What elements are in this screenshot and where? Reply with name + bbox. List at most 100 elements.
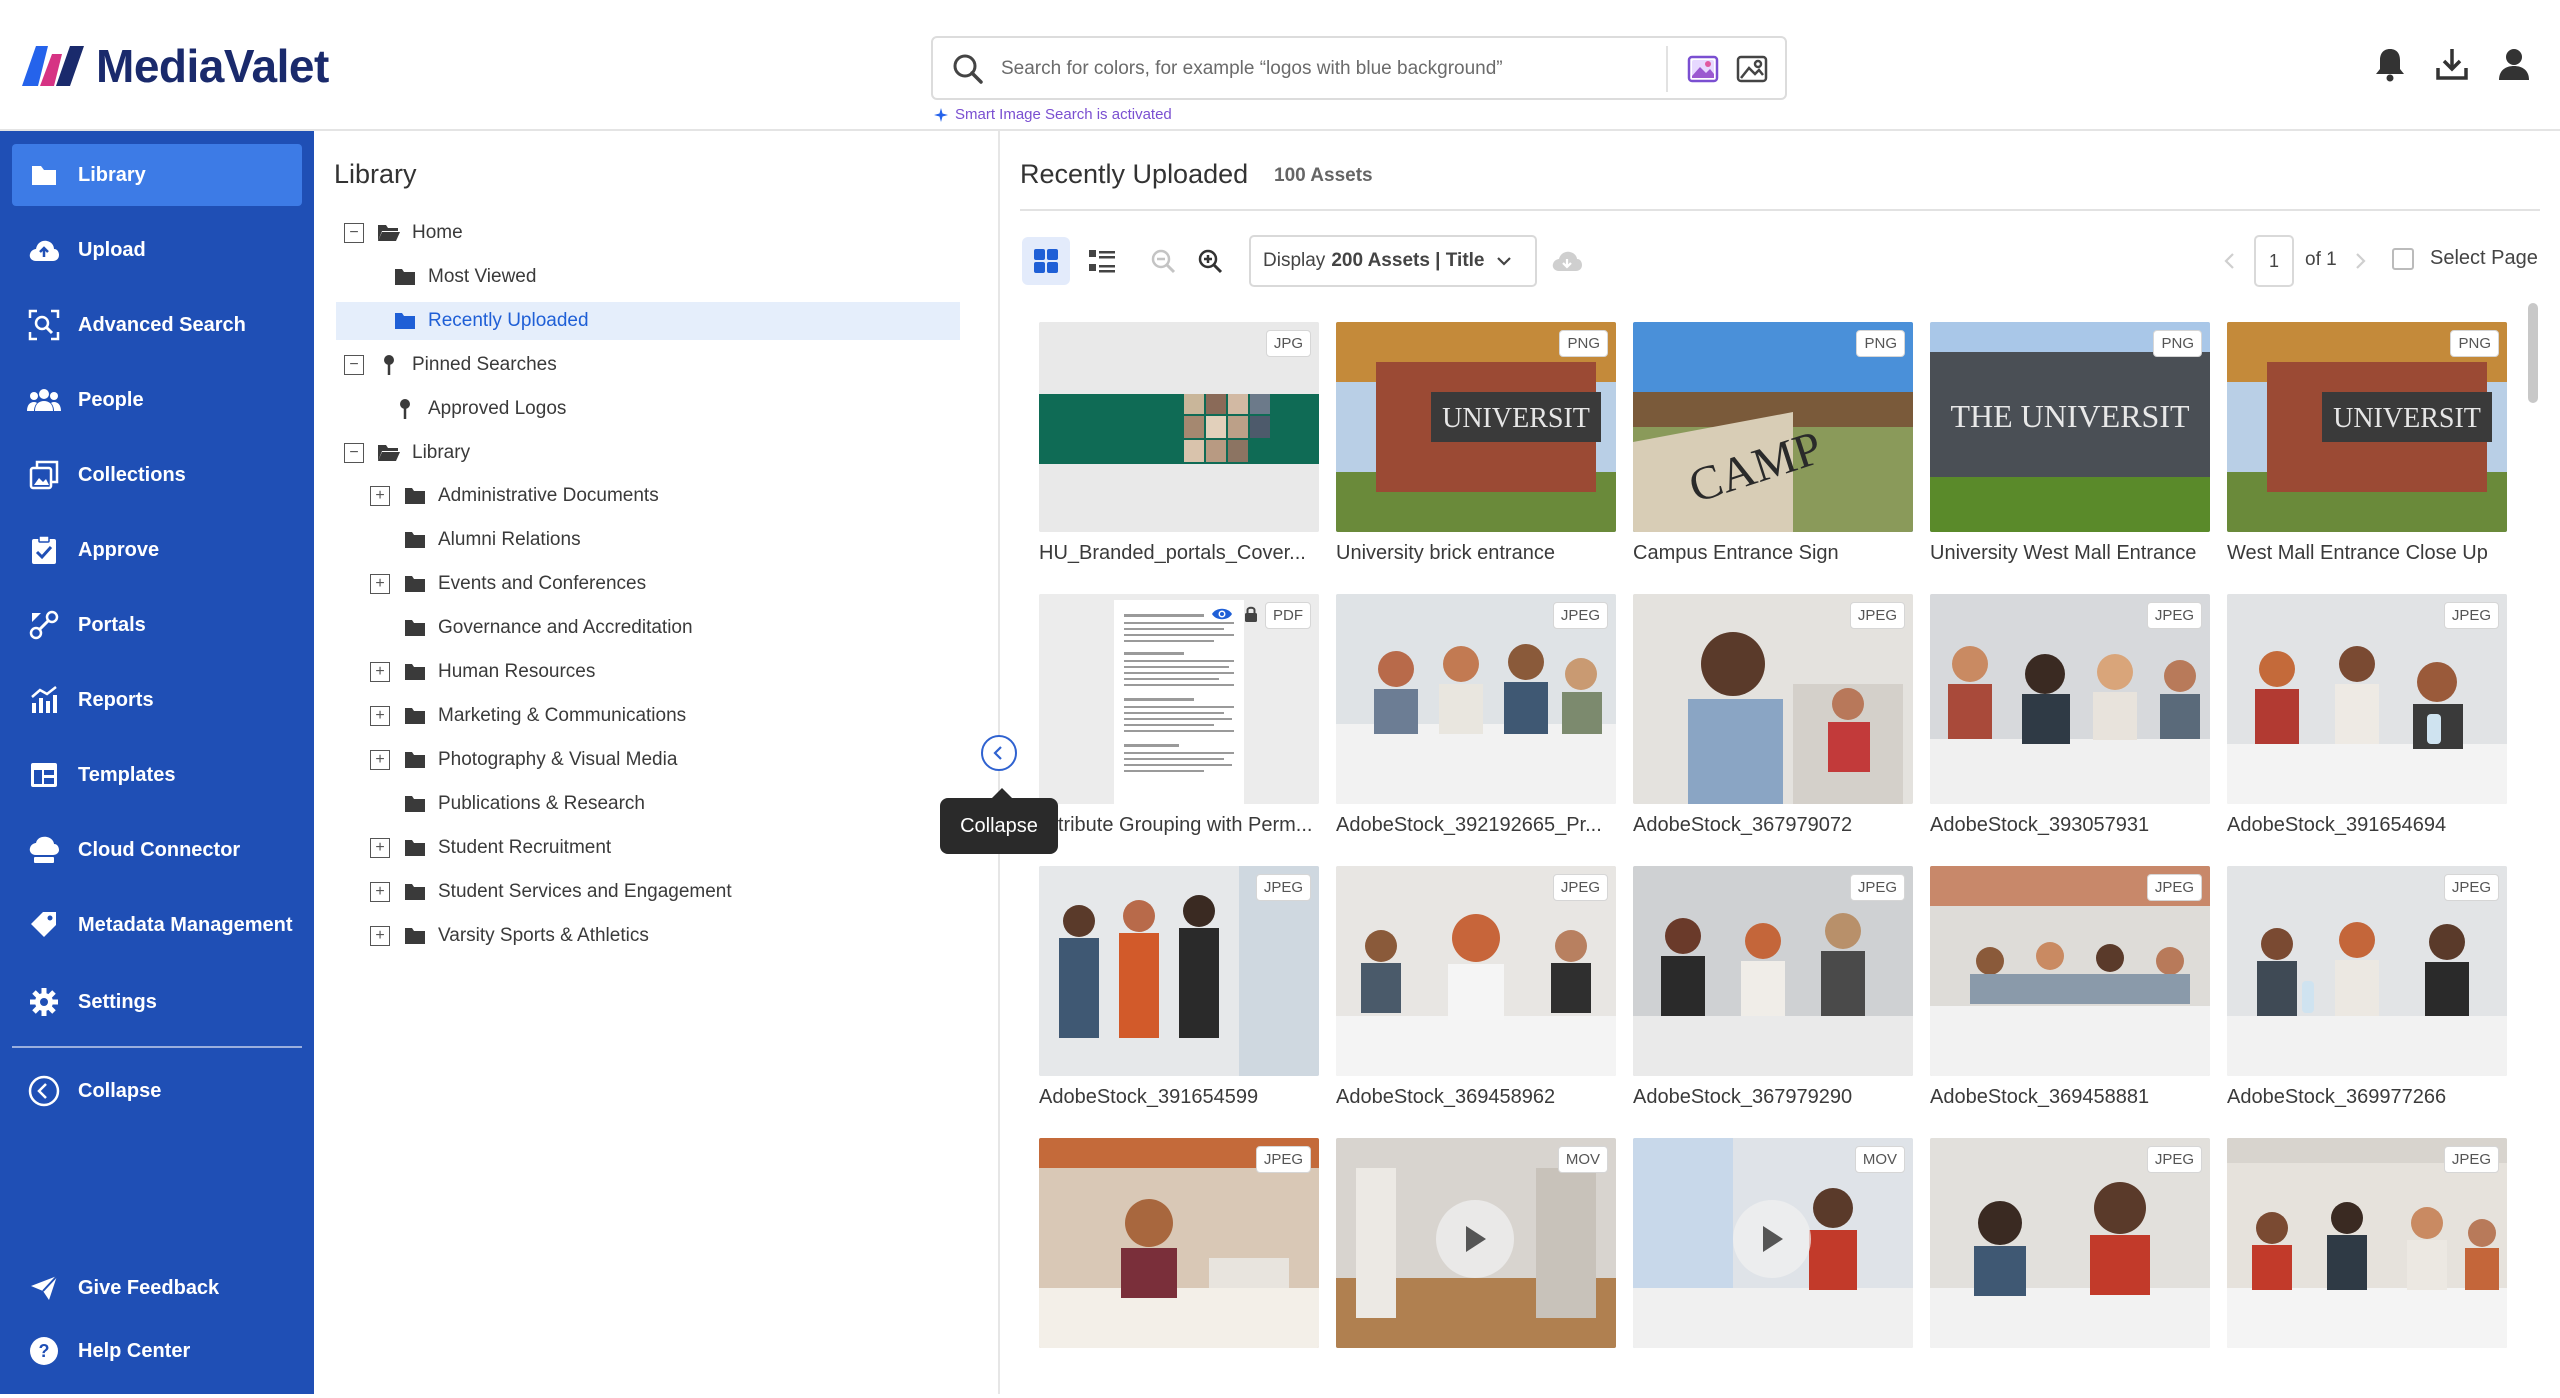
mediavalet-logo[interactable]: MediaValet	[18, 36, 329, 96]
sidebar-item-library[interactable]: Library	[12, 144, 302, 206]
tree-item-student-recruitment[interactable]: + Student Recruitment	[370, 829, 930, 867]
tree-collapse-toggle[interactable]: −	[344, 223, 364, 243]
display-options-select[interactable]: Display 200 Assets | Title	[1249, 235, 1537, 287]
play-button[interactable]	[1436, 1200, 1514, 1278]
asset-title[interactable]: AdobeStock_369977266	[2227, 1086, 2517, 1109]
sidebar-item-metadata-management[interactable]: Metadata Management	[12, 894, 302, 956]
sidebar-item-upload[interactable]: Upload	[12, 219, 302, 281]
asset-card[interactable]: JPEG AdobeStock_393057931	[1930, 594, 2210, 854]
asset-card[interactable]: JPEG AdobeStock_391654694	[2227, 594, 2507, 854]
smart-image-search-icon[interactable]	[1686, 52, 1720, 86]
asset-card[interactable]: CAMP PNG Campus Entrance Sign	[1633, 322, 1913, 582]
tree-item-marketing-communications[interactable]: + Marketing & Communications	[370, 697, 930, 735]
sidebar-item-collections[interactable]: Collections	[12, 444, 302, 506]
tree-expand-toggle[interactable]: +	[370, 706, 390, 726]
tree-expand-toggle[interactable]: +	[370, 662, 390, 682]
scroll-thumb[interactable]	[2528, 303, 2538, 403]
sidebar-item-portals[interactable]: Portals	[12, 594, 302, 656]
prev-page-icon[interactable]	[2220, 251, 2240, 271]
tree-item-alumni-relations[interactable]: Alumni Relations	[370, 521, 930, 559]
image-search-icon[interactable]	[1735, 52, 1769, 86]
asset-card[interactable]: JPEG	[1039, 1138, 1319, 1398]
asset-card[interactable]: JPEG AdobeStock_369458962	[1336, 866, 1616, 1126]
tree-expand-toggle[interactable]: +	[370, 486, 390, 506]
asset-card[interactable]: JPEG AdobeStock_367979072	[1633, 594, 1913, 854]
asset-card[interactable]: MOV	[1336, 1138, 1616, 1398]
visible-eye-icon[interactable]	[1211, 606, 1233, 622]
tree-expand-toggle[interactable]: +	[370, 882, 390, 902]
sidebar-item-cloud-connector[interactable]: Cloud Connector	[12, 819, 302, 881]
asset-title[interactable]: AdobeStock_369458962	[1336, 1086, 1626, 1109]
asset-title[interactable]: AdobeStock_391654694	[2227, 814, 2517, 837]
asset-title[interactable]: AdobeStock_391654599	[1039, 1086, 1329, 1109]
tree-expand-toggle[interactable]: +	[370, 838, 390, 858]
tree-item-approved-logos[interactable]: Approved Logos	[344, 390, 874, 428]
zoom-out-button[interactable]	[1139, 237, 1187, 285]
cloud-download-button[interactable]	[1543, 237, 1591, 285]
asset-card[interactable]: JPEG AdobeStock_369977266	[2227, 866, 2507, 1126]
asset-title[interactable]: AdobeStock_367979072	[1633, 814, 1923, 837]
list-view-button[interactable]	[1078, 237, 1126, 285]
asset-card[interactable]: JPEG AdobeStock_367979290	[1633, 866, 1913, 1126]
zoom-in-button[interactable]	[1186, 237, 1234, 285]
sidebar-item-templates[interactable]: Templates	[12, 744, 302, 806]
tree-expand-toggle[interactable]: +	[370, 926, 390, 946]
asset-card[interactable]: MOV	[1633, 1138, 1913, 1398]
tree-item-home[interactable]: − Home	[344, 214, 874, 252]
asset-card[interactable]: JPEG	[1930, 1138, 2210, 1398]
asset-card[interactable]: THE UNIVERSIT PNG University West Mall E…	[1930, 322, 2210, 582]
tree-item-events-and-conferences[interactable]: + Events and Conferences	[370, 565, 930, 603]
panel-collapse-button[interactable]	[981, 735, 1017, 771]
tree-collapse-toggle[interactable]: −	[344, 355, 364, 375]
asset-card[interactable]: JPEG	[2227, 1138, 2507, 1398]
scrollbar[interactable]	[2526, 303, 2540, 1383]
tree-expand-toggle[interactable]: +	[370, 750, 390, 770]
tree-expand-toggle[interactable]: +	[370, 574, 390, 594]
asset-card[interactable]: JPG HU_Branded_portals_Cover...	[1039, 322, 1319, 582]
asset-title[interactable]: AdobeStock_369458881	[1930, 1086, 2220, 1109]
next-page-icon[interactable]	[2350, 251, 2370, 271]
sidebar-item-settings[interactable]: Settings	[12, 971, 302, 1033]
tree-item-human-resources[interactable]: + Human Resources	[370, 653, 930, 691]
select-page-control[interactable]: Select Page	[2392, 247, 2538, 270]
sidebar-item-reports[interactable]: Reports	[12, 669, 302, 731]
asset-title[interactable]: AdobeStock_367979290	[1633, 1086, 1923, 1109]
grid-view-button[interactable]	[1022, 237, 1070, 285]
tree-item-governance-and-accreditation[interactable]: Governance and Accreditation	[370, 609, 930, 647]
tree-item-recently-uploaded[interactable]: Recently Uploaded	[336, 302, 960, 340]
asset-card[interactable]: JPEG AdobeStock_391654599	[1039, 866, 1319, 1126]
tree-item-pinned-searches[interactable]: − Pinned Searches	[344, 346, 874, 384]
search-input[interactable]: Search for colors, for example “logos wi…	[931, 36, 1787, 100]
asset-card[interactable]: PDF Attribute Grouping with Perm...	[1039, 594, 1319, 854]
asset-title[interactable]: University brick entrance	[1336, 542, 1626, 565]
sidebar-item-advanced-search[interactable]: Advanced Search	[12, 294, 302, 356]
bell-icon[interactable]	[2370, 44, 2410, 84]
asset-title[interactable]: Campus Entrance Sign	[1633, 542, 1923, 565]
download-icon[interactable]	[2432, 44, 2472, 84]
asset-title[interactable]: West Mall Entrance Close Up	[2227, 542, 2517, 565]
asset-card[interactable]: JPEG AdobeStock_369458881	[1930, 866, 2210, 1126]
tree-item-student-services[interactable]: + Student Services and Engagement	[370, 873, 930, 911]
asset-title[interactable]: University West Mall Entrance	[1930, 542, 2220, 565]
asset-card[interactable]: UNIVERSIT PNG West Mall Entrance Close U…	[2227, 322, 2507, 582]
tree-item-library[interactable]: − Library	[344, 434, 874, 472]
asset-title[interactable]: AdobeStock_393057931	[1930, 814, 2220, 837]
asset-title[interactable]: Attribute Grouping with Perm...	[1039, 814, 1329, 837]
sidebar-item-people[interactable]: People	[12, 369, 302, 431]
play-button[interactable]	[1733, 1200, 1811, 1278]
user-profile-icon[interactable]	[2494, 44, 2534, 84]
asset-title[interactable]: AdobeStock_392192665_Pr...	[1336, 814, 1626, 837]
tree-item-photography-visual-media[interactable]: + Photography & Visual Media	[370, 741, 930, 779]
sidebar-item-approve[interactable]: Approve	[12, 519, 302, 581]
tree-item-varsity-sports[interactable]: + Varsity Sports & Athletics	[370, 917, 930, 955]
tree-item-most-viewed[interactable]: Most Viewed	[344, 258, 874, 296]
asset-card[interactable]: UNIVERSIT PNG University brick entrance	[1336, 322, 1616, 582]
select-page-checkbox[interactable]	[2392, 247, 2414, 270]
asset-card[interactable]: JPEG AdobeStock_392192665_Pr...	[1336, 594, 1616, 854]
tree-item-publications-research[interactable]: Publications & Research	[370, 785, 930, 823]
give-feedback-button[interactable]: Give Feedback	[12, 1257, 302, 1319]
tree-collapse-toggle[interactable]: −	[344, 443, 364, 463]
page-number-input[interactable]: 1	[2254, 235, 2294, 287]
help-center-button[interactable]: ? Help Center	[12, 1320, 302, 1382]
sidebar-collapse-button[interactable]: Collapse	[12, 1060, 302, 1122]
